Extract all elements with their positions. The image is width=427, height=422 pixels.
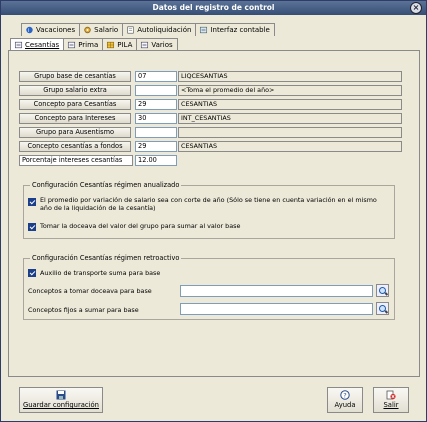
title-bar: Datos del registro de control × <box>1 1 426 15</box>
tab-vacaciones[interactable]: i Vacaciones <box>21 23 81 36</box>
search-icon[interactable] <box>376 302 389 315</box>
help-icon: ? <box>340 390 350 400</box>
tab-label: Autoliquidación <box>137 26 192 34</box>
group-regimen-retroactivo: Configuración Cesantías régimen retroact… <box>23 254 395 320</box>
concepto-cesantias-desc: CESANTIAS <box>178 99 402 110</box>
concepto-intereses-button[interactable]: Concepto para Intereses <box>19 113 131 124</box>
exit-button[interactable]: Salir <box>373 387 409 413</box>
porcentaje-intereses-field[interactable]: 12.00 <box>135 155 177 166</box>
grupo-base-cesantias-code[interactable]: 07 <box>135 71 177 82</box>
concepto-cesantias-fondos-button[interactable]: Concepto cesantías a fondos <box>19 141 131 152</box>
grupo-salario-extra-code[interactable] <box>135 85 177 96</box>
conceptos-doceava-label: Conceptos a tomar doceava para base <box>28 287 152 295</box>
concepto-cesantias-button[interactable]: Concepto para Cesantías <box>19 99 131 110</box>
tab-label: PILA <box>117 41 133 49</box>
grupo-salario-extra-desc: <Toma el promedio del año> <box>178 85 402 96</box>
exit-icon <box>386 390 396 400</box>
tab-label: Salario <box>94 26 119 34</box>
group-title: Configuración Cesantías régimen anualiza… <box>30 181 182 190</box>
concepto-intereses-desc: INT_CESANTIAS <box>178 113 402 124</box>
tab-autoliquidacion[interactable]: Autoliquidación <box>122 23 197 36</box>
document-icon <box>127 26 134 34</box>
group-regimen-anualizado: Configuración Cesantías régimen anualiza… <box>23 181 395 239</box>
save-configuration-button[interactable]: Guardar configuración <box>19 387 103 413</box>
porcentaje-intereses-label: Porcentaje intereses cesantías <box>19 155 133 166</box>
exit-label: Salir <box>383 401 399 409</box>
auxilio-transporte-checkbox[interactable] <box>28 269 36 277</box>
list-icon <box>141 41 149 49</box>
window-title: Datos del registro de control <box>152 3 275 12</box>
auxilio-transporte-label: Auxilio de transporte suma para base <box>40 269 161 277</box>
search-icon[interactable] <box>376 284 389 297</box>
grupo-base-cesantias-button[interactable]: Grupo base de cesantías <box>19 71 131 82</box>
grupo-ausentismo-code[interactable] <box>135 127 177 138</box>
close-button[interactable]: × <box>410 2 422 14</box>
gear-icon <box>84 26 91 34</box>
help-button[interactable]: ? Ayuda <box>327 387 363 413</box>
tab-label: Varios <box>151 41 173 49</box>
tab-label: Vacaciones <box>36 26 76 34</box>
grupo-ausentismo-button[interactable]: Grupo para Ausentismo <box>19 127 131 138</box>
help-label: Ayuda <box>334 401 356 409</box>
vacation-icon: i <box>26 26 33 34</box>
tab-label: Cesantías <box>25 41 60 49</box>
floppy-disk-icon <box>56 390 66 400</box>
conceptos-fijos-input[interactable] <box>180 303 373 315</box>
grupo-base-cesantias-desc: LIQCESANTIAS <box>178 71 402 82</box>
list-icon <box>68 41 76 49</box>
grupo-ausentismo-desc <box>178 127 402 138</box>
save-label: Guardar configuración <box>22 401 99 409</box>
tab-salario[interactable]: Salario <box>79 23 124 36</box>
promedio-variacion-label: El promedio por variación de salario sea… <box>40 196 377 212</box>
conceptos-doceava-input[interactable] <box>180 285 373 297</box>
svg-text:?: ? <box>343 392 346 400</box>
grupo-salario-extra-button[interactable]: Grupo salario extra <box>19 85 131 96</box>
tab-row-top: i Vacaciones Salario Autoliquidación Int… <box>21 23 275 36</box>
cesantias-panel: Grupo base de cesantías 07 LIQCESANTIAS … <box>8 50 420 377</box>
grid-icon <box>107 41 115 49</box>
list-icon <box>14 41 23 49</box>
tab-label: Interfaz contable <box>210 26 270 34</box>
doceava-valor-label: Tomar la doceava del valor del grupo par… <box>40 222 241 230</box>
svg-text:i: i <box>28 28 29 34</box>
doceava-valor-checkbox[interactable] <box>28 223 36 231</box>
concepto-cesantias-code[interactable]: 29 <box>135 99 177 110</box>
conceptos-fijos-label: Conceptos fijos a sumar para base <box>28 306 139 314</box>
ledger-icon <box>200 26 208 34</box>
tab-interfaz-contable[interactable]: Interfaz contable <box>195 23 275 36</box>
concepto-cesantias-fondos-desc: CESANTIAS <box>178 141 402 152</box>
concepto-intereses-code[interactable]: 30 <box>135 113 177 124</box>
tab-label: Prima <box>78 41 99 49</box>
dialog-window: Datos del registro de control × i Vacaci… <box>0 0 427 422</box>
concepto-cesantias-fondos-code[interactable]: 29 <box>135 141 177 152</box>
promedio-variacion-checkbox[interactable] <box>28 198 36 206</box>
group-title: Configuración Cesantías régimen retroact… <box>30 254 182 263</box>
